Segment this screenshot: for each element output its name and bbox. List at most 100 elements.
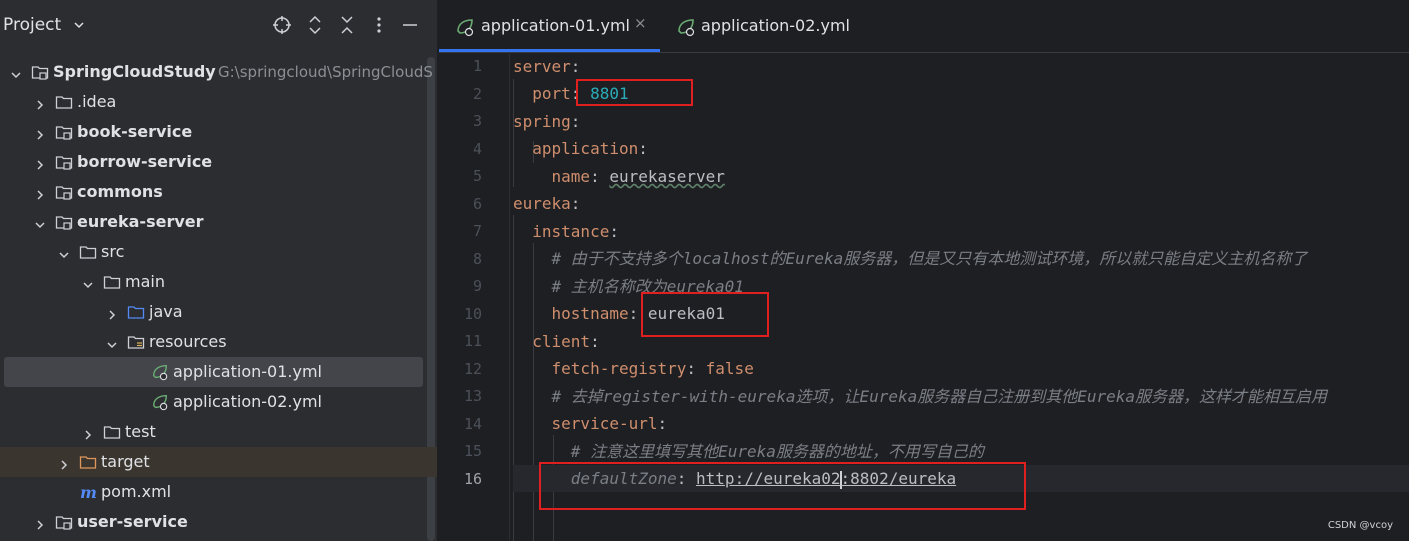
chevron-down-icon[interactable] [34,216,46,229]
code-line-3: spring: [513,112,581,131]
code-line-6: eureka: [513,194,581,213]
chevron-down-icon[interactable] [106,336,118,349]
chevron-right-icon[interactable] [58,456,70,470]
close-tab-icon[interactable]: × [634,14,647,32]
yaml-key: hostname [551,304,629,323]
tree-item[interactable]: eureka-server [0,207,437,237]
code-line-13: # 去掉register-with-eureka选项，让Eureka服务器自己注… [513,383,1409,410]
chevron-down-icon[interactable] [73,19,85,31]
chevron-right-icon[interactable] [82,426,94,440]
tab-application-02[interactable]: application-02.yml [660,0,860,52]
tree-item-label: .idea [77,92,117,111]
code-line-7: instance: [532,222,619,241]
line-number-gutter[interactable]: 1 2 3 4 5 6 7 8 9 10 11 12 13 14 15 16 [439,52,509,541]
code-line-4: application: [532,139,648,158]
expand-all-icon[interactable] [304,14,326,36]
tree-item[interactable]: src [0,237,437,267]
yaml-key: eureka [513,194,571,213]
more-options-icon[interactable] [368,14,390,36]
chevron-right-icon[interactable] [106,306,118,320]
chevron-right-icon[interactable] [34,126,46,140]
chevron-down-icon[interactable] [58,246,70,259]
source-folder-icon [127,303,145,321]
line-number: 15 [463,442,482,460]
watermark: CSDN @vcoy [1327,520,1393,531]
folder-icon [55,93,73,111]
tree-item-label: application-02.yml [173,392,322,411]
collapse-all-icon[interactable] [336,14,358,36]
svg-text:m: m [80,483,97,501]
tab-label: application-02.yml [701,16,850,35]
gutter-separator [509,52,510,541]
yaml-comment: # 由于不支持多个localhost的Eureka服务器，但是又只有本地测试环境… [551,249,1308,268]
minimize-icon[interactable] [399,14,421,36]
code-line-8: # 由于不支持多个localhost的Eureka服务器，但是又只有本地测试环境… [513,245,1409,272]
chevron-down-icon[interactable] [82,276,94,289]
line-number: 7 [472,222,482,240]
tree-item[interactable]: SpringCloudStudy G:\springcloud\SpringClo… [0,57,437,87]
tab-label: application-01.yml [481,16,630,35]
yaml-key: server [513,57,571,76]
project-panel-title[interactable]: Project [3,15,61,35]
line-number: 16 [463,469,482,488]
chevron-right-icon[interactable] [34,186,46,200]
tree-item[interactable]: main [0,267,437,297]
tree-item[interactable]: resources [0,327,437,357]
tree-item-label: pom.xml [101,482,172,501]
line-number: 8 [472,249,482,268]
chevron-down-icon[interactable] [10,66,22,79]
tree-item[interactable]: borrow-service [0,147,437,177]
yaml-key: application [532,139,639,158]
line-number: 12 [463,359,482,378]
folder-icon [103,423,121,441]
module-folder-icon [31,63,49,81]
tree-item-label: eureka-server [77,212,204,231]
tree-item[interactable]: user-service [0,507,437,537]
tree-item[interactable]: commons [0,177,437,207]
tree-item[interactable]: .idea [0,87,437,117]
chevron-right-icon[interactable] [34,156,46,170]
editor-tabs: application-01.yml × application-02.yml [439,0,1409,53]
tab-application-01[interactable]: application-01.yml × [439,0,660,52]
highlight-box-defaultzone [539,462,1026,510]
tree-item[interactable]: application-01.yml [4,357,423,387]
locate-icon[interactable] [271,14,293,36]
line-number: 3 [472,112,482,130]
tree-item-label: application-01.yml [173,362,322,381]
code-line-1: server: [513,57,581,76]
folder-icon [103,273,121,291]
line-number: 1 [472,57,482,75]
tree-item[interactable]: test [0,417,437,447]
yaml-key: fetch-registry [551,359,687,378]
yaml-key: name [551,167,591,186]
folder-icon [79,243,97,261]
tree-item-label: src [101,242,125,261]
code-line-15: # 注意这里填写其他Eureka服务器的地址，不用写自己的 [513,438,1409,465]
yaml-key: instance [532,222,610,241]
tree-item[interactable]: application-02.yml [0,387,437,417]
yaml-value: false [705,359,754,378]
chevron-right-icon[interactable] [34,516,46,530]
yaml-comment: # 去掉register-with-eureka选项，让Eureka服务器自己注… [551,387,1328,406]
tree-item-label: java [149,302,183,321]
yaml-key: spring [513,112,571,131]
line-number: 14 [463,414,482,433]
tree-item-label: commons [77,182,163,201]
code-line-12: fetch-registry: false [551,359,754,378]
line-number: 11 [463,332,482,350]
tree-item-label: target [101,452,150,471]
code-line-5: name: eurekaserver [551,167,725,186]
tree-item-path: G:\springcloud\SpringCloudS [218,63,433,81]
tree-item-label: main [125,272,165,291]
tree-item[interactable]: java [0,297,437,327]
line-number: 10 [463,304,482,323]
tree-item[interactable]: book-service [0,117,437,147]
yaml-key: client [532,332,591,351]
editor-pane: application-01.yml × application-02.yml … [439,0,1409,541]
tree-item-label: user-service [77,512,188,531]
tree-item[interactable]: target [0,447,437,477]
module-folder-icon [55,513,73,531]
chevron-right-icon[interactable] [34,96,46,110]
project-panel: Project SpringCloudStudy G:\springcloud\S… [0,0,437,541]
tree-item[interactable]: m pom.xml [0,477,437,507]
